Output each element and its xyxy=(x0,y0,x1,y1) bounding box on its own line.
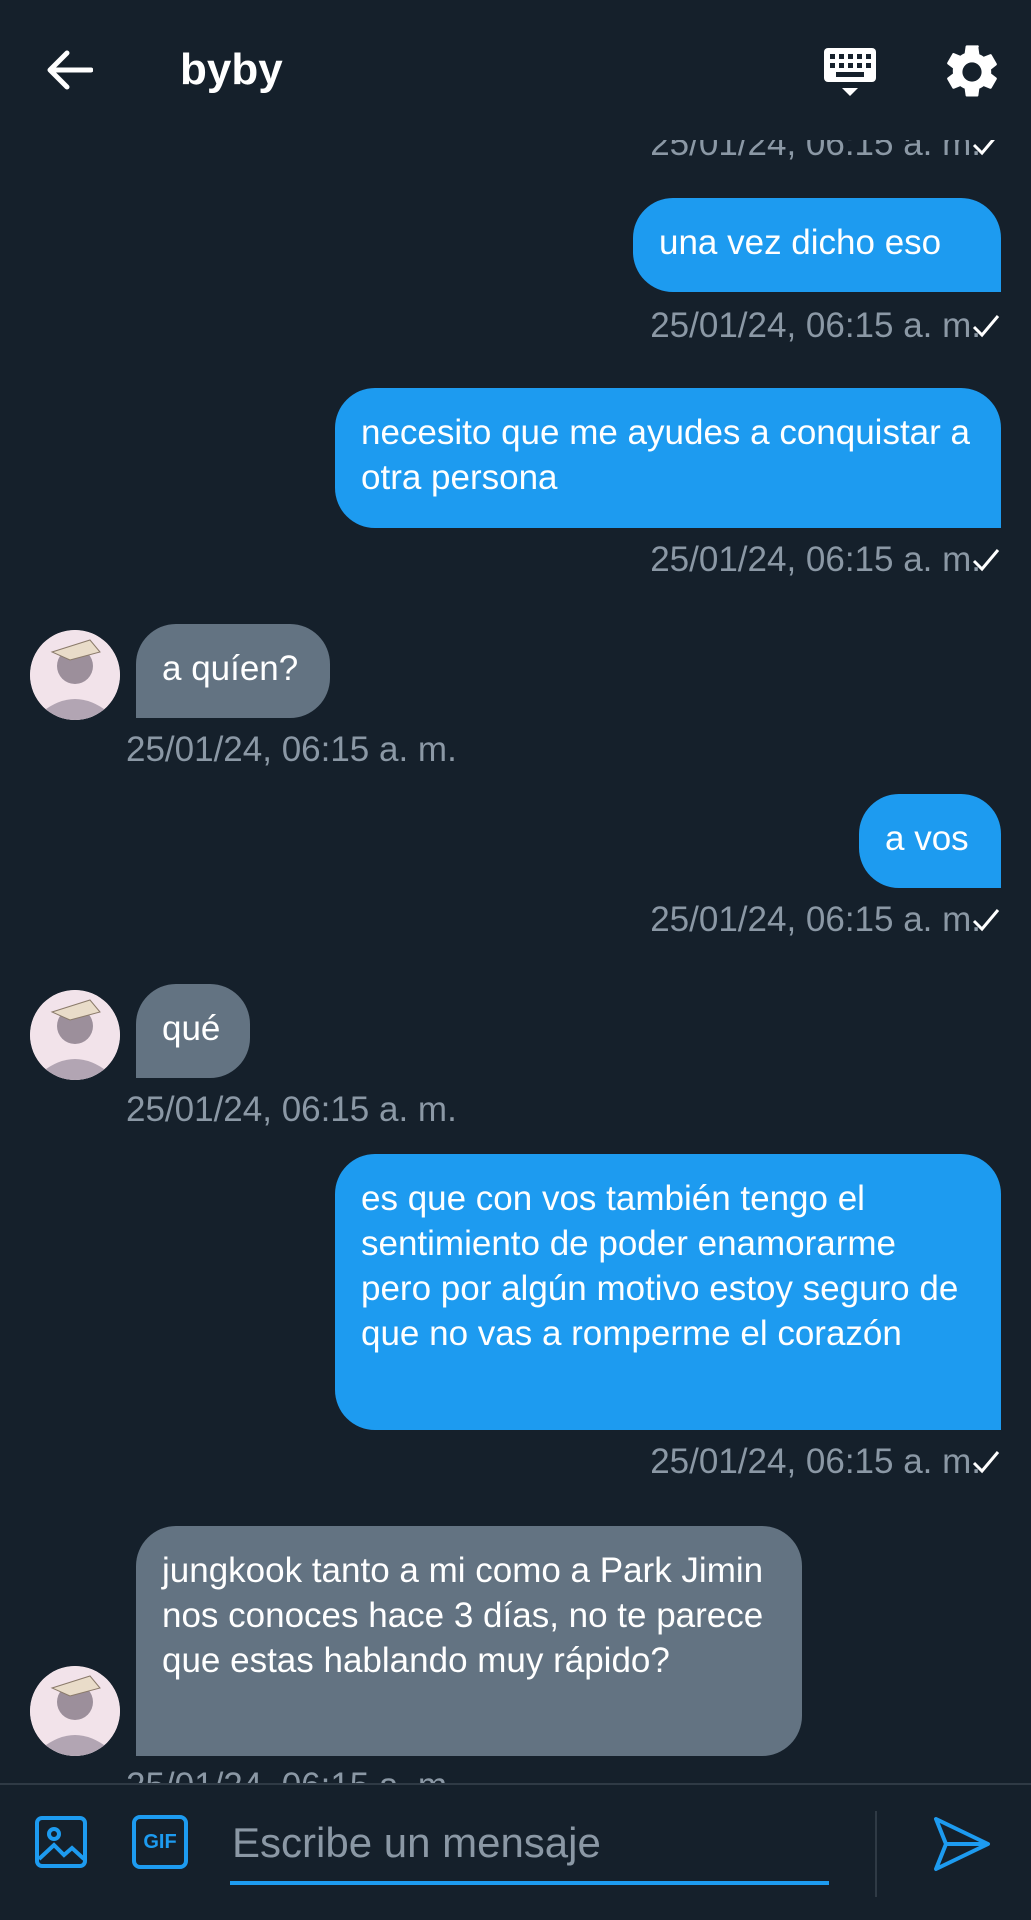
message-composer: GIF xyxy=(0,1783,1031,1920)
image-icon xyxy=(35,1816,87,1868)
message-timestamp: 25/01/24, 06:15 a. m. xyxy=(126,1090,457,1129)
image-button[interactable] xyxy=(34,1815,88,1869)
message-timestamp: 25/01/24, 06:15 a. m. xyxy=(650,540,981,579)
send-button[interactable] xyxy=(932,1815,992,1873)
message-text: qué xyxy=(162,1009,221,1048)
message-timestamp: 25/01/24, 06:15 a. m. xyxy=(650,1442,981,1481)
message-bubble-outgoing[interactable]: una vez dicho eso xyxy=(633,198,1001,292)
message-text: a quíen? xyxy=(162,649,299,688)
message-bubble-incoming[interactable]: a quíen? xyxy=(136,624,330,718)
message-timestamp: 25/01/24, 06:15 a. m. xyxy=(650,306,981,345)
send-icon xyxy=(934,1817,990,1871)
message-text: una vez dicho eso xyxy=(659,223,942,262)
message-text: necesito que me ayudes a conquistar a ot… xyxy=(361,413,970,497)
message-input[interactable] xyxy=(230,1805,829,1885)
message-text: es que con vos también tengo el sentimie… xyxy=(361,1179,959,1353)
check-icon xyxy=(972,315,1000,338)
keyboard-icon xyxy=(824,48,876,96)
check-icon xyxy=(972,1451,1000,1474)
settings-button[interactable] xyxy=(940,40,1004,104)
message-bubble-outgoing[interactable]: es que con vos también tengo el sentimie… xyxy=(335,1154,1001,1430)
avatar[interactable] xyxy=(30,990,120,1080)
avatar[interactable] xyxy=(30,630,120,720)
message-timestamp: 25/01/24, 06:15 a. m. xyxy=(650,900,981,939)
back-button[interactable] xyxy=(40,44,100,96)
message-bubble-outgoing[interactable]: necesito que me ayudes a conquistar a ot… xyxy=(335,388,1001,528)
gear-icon xyxy=(947,45,997,97)
message-text: a vos xyxy=(885,819,969,858)
keyboard-button[interactable] xyxy=(820,44,880,104)
check-icon xyxy=(972,549,1000,572)
message-bubble-outgoing[interactable]: a vos xyxy=(859,794,1001,888)
arrow-left-icon xyxy=(47,50,93,90)
gif-button[interactable]: GIF xyxy=(132,1815,188,1869)
message-list[interactable]: 25/01/24, 06:15 a. m. una vez dicho eso … xyxy=(0,0,1031,1783)
gif-icon: GIF xyxy=(143,1830,177,1853)
message-timestamp: 25/01/24, 06:15 a. m. xyxy=(126,1766,457,1783)
chat-title: byby xyxy=(180,45,283,94)
chat-header: byby xyxy=(0,0,1031,140)
divider xyxy=(875,1811,877,1897)
message-text: jungkook tanto a mi como a Park Jimin no… xyxy=(162,1551,764,1680)
message-timestamp: 25/01/24, 06:15 a. m. xyxy=(126,730,457,769)
message-bubble-incoming[interactable]: qué xyxy=(136,984,250,1078)
check-icon xyxy=(972,909,1000,932)
avatar[interactable] xyxy=(30,1666,120,1756)
message-bubble-incoming[interactable]: jungkook tanto a mi como a Park Jimin no… xyxy=(136,1526,802,1756)
